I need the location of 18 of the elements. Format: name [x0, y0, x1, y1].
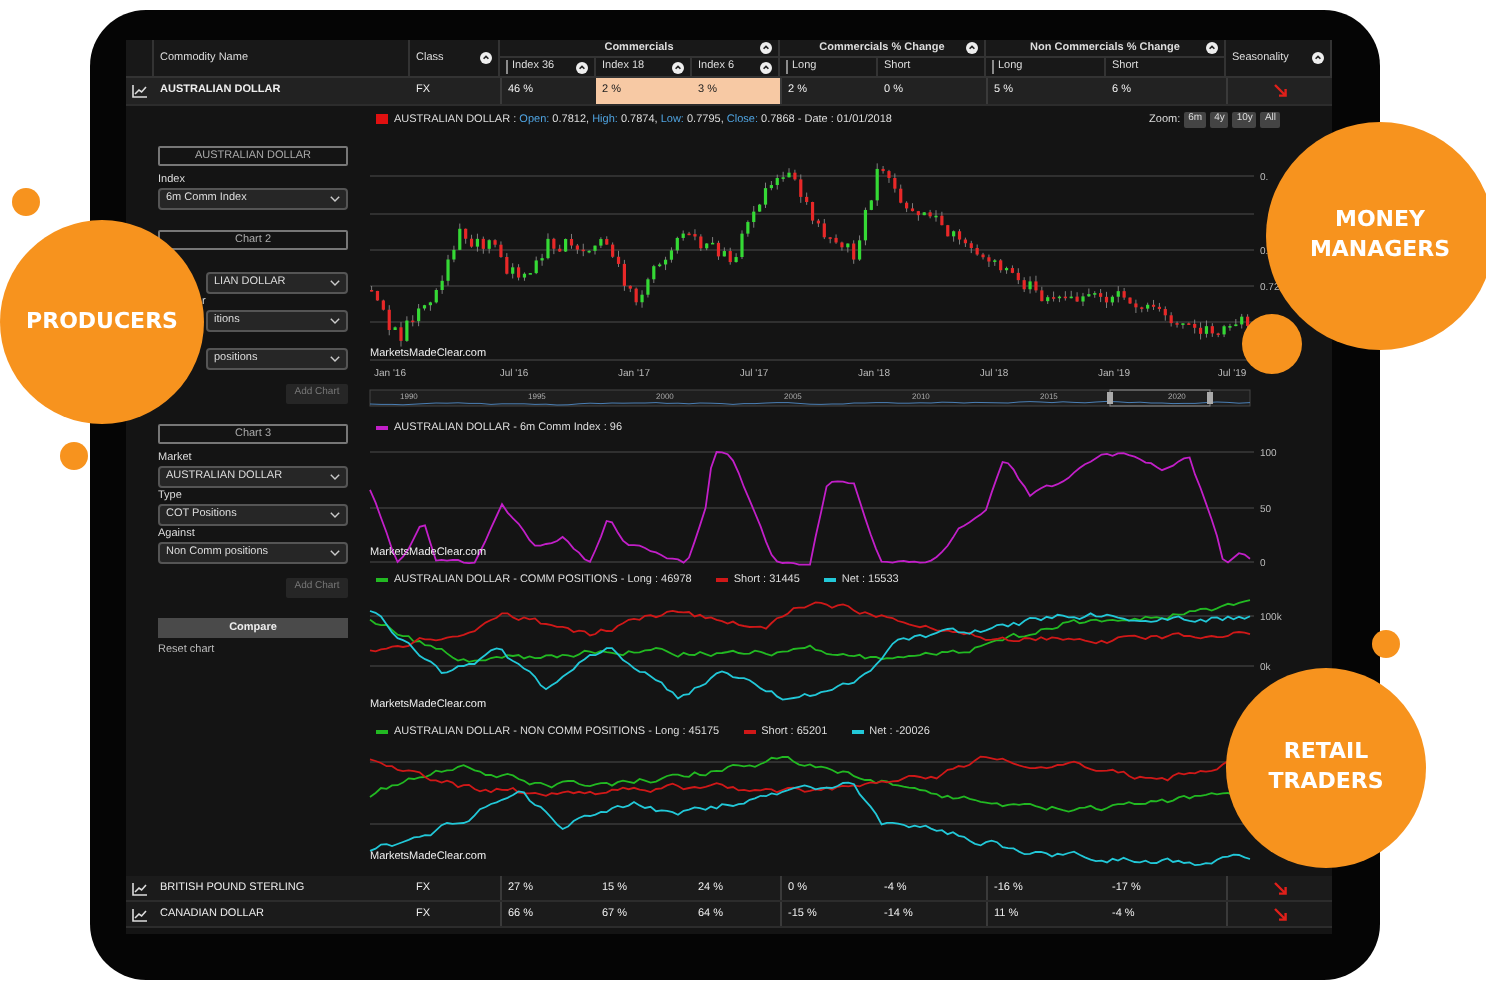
chevron-down-icon	[330, 196, 340, 202]
chevron-down-icon	[330, 512, 340, 518]
chevron-down-icon	[330, 318, 340, 324]
chevron-down-icon	[330, 280, 340, 286]
chevron-down-icon	[330, 474, 340, 480]
chevron-down-icon	[330, 356, 340, 362]
line-chart-icon[interactable]	[132, 907, 148, 921]
line-chart-icon[interactable]	[132, 881, 148, 895]
line-chart-icon[interactable]	[132, 84, 148, 98]
callout-label: PRODUCERS	[24, 307, 180, 337]
callout-label: RETAIL TRADERS	[1266, 738, 1386, 798]
legend-swatch-icon	[376, 114, 388, 125]
range-navigator-drawing[interactable]	[369, 389, 1251, 407]
dot-icon	[12, 188, 40, 216]
dot-icon	[60, 442, 88, 470]
chevron-down-icon	[330, 550, 340, 556]
callout-label: MONEY MANAGERS	[1307, 206, 1453, 266]
dot-icon	[1372, 630, 1400, 658]
